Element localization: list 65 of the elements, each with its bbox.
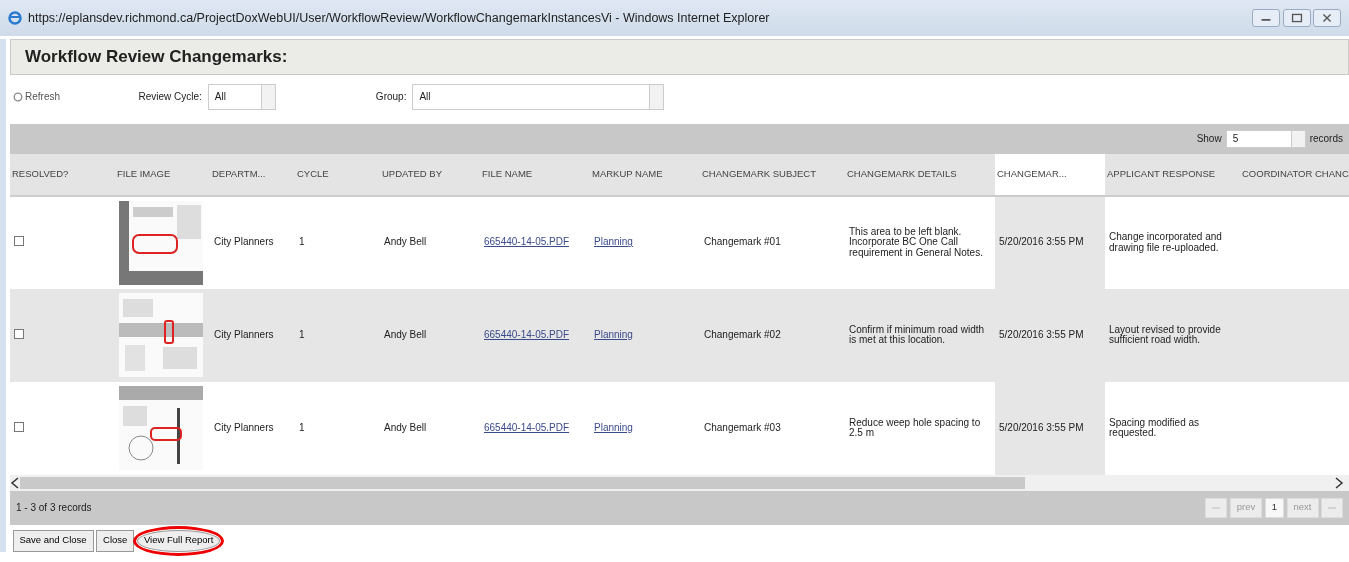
table-cell: Changemark #01	[704, 236, 781, 248]
table-cell: Spacing modified as requested.	[1109, 416, 1200, 438]
browser-icon	[8, 11, 22, 25]
group-dropdown[interactable]: All	[412, 83, 665, 110]
table-cell: 1	[299, 328, 305, 340]
date-cell: 5/20/2016 3:55 PM	[999, 328, 1084, 340]
table-cell: City Planners	[214, 236, 274, 248]
column-header[interactable]: CHANGEMAR...	[995, 153, 1105, 196]
date-cell: 5/20/2016 3:55 PM	[999, 236, 1084, 248]
action-button[interactable]: Close	[96, 529, 135, 552]
refresh-link[interactable]: Refresh	[12, 89, 133, 104]
markup-link[interactable]: Planning	[594, 328, 633, 340]
column-header[interactable]: CHANGEMARK SUBJECT	[700, 153, 845, 196]
column-header[interactable]: DEPARTM...	[210, 153, 295, 196]
scroll-thumb[interactable]	[20, 476, 1025, 489]
checkbox[interactable]	[14, 236, 24, 247]
column-header[interactable]: COORDINATOR CHANC	[1240, 153, 1349, 196]
table-cell: Andy Bell	[384, 421, 427, 433]
column-header[interactable]: FILE NAME	[480, 153, 590, 196]
date-cell: 5/20/2016 3:55 PM	[999, 421, 1084, 433]
close-icon[interactable]	[1313, 9, 1341, 27]
table-cell: Andy Bell	[384, 236, 427, 248]
table-cell: 1	[299, 236, 305, 248]
table-cell: Change incorporated and drawing file re-uploaded.	[1109, 231, 1222, 253]
table-cell: Reduce weep hole spacing to 2.5 m	[849, 416, 981, 438]
table-cell: This area to be left blank. Incorporate BC One Call requirement in General Notes.	[849, 225, 983, 258]
markup-link[interactable]: Planning	[594, 236, 633, 248]
action-button[interactable]: Save and Close	[12, 529, 94, 552]
table-cell: Layout revised to provide sufficient road width.	[1109, 323, 1221, 345]
table-cell: 1	[299, 421, 305, 433]
scroll-left-icon[interactable]	[10, 476, 20, 489]
column-header[interactable]: APPLICANT RESPONSE	[1105, 153, 1240, 196]
table-cell: Confirm if minimum road width is met at this location.	[849, 323, 985, 345]
page-number[interactable]: 1	[1264, 497, 1285, 518]
table-cell: Changemark #03	[704, 421, 781, 433]
table-cell: Changemark #02	[704, 328, 781, 340]
checkbox[interactable]	[14, 421, 24, 432]
table-cell: City Planners	[214, 421, 274, 433]
horizontal-scrollbar[interactable]	[10, 474, 1349, 491]
column-header[interactable]: MARKUP NAME	[590, 153, 700, 196]
file-link[interactable]: 665440-14-05.PDF	[484, 328, 570, 340]
maximize-icon[interactable]	[1282, 9, 1311, 27]
window-title: https://eplansdev.richmond.ca/ProjectDoxWebUI/User/WorkflowReview/WorkflowChangemarkInstancesVi - Windows Internet Explorer	[28, 9, 770, 27]
group-label: Group:	[375, 90, 407, 104]
show-label: Show	[1196, 132, 1222, 146]
page-heading: Workflow Review Changemarks:	[25, 45, 288, 68]
review-cycle-dropdown[interactable]: All	[207, 83, 276, 110]
column-header[interactable]: CYCLE	[295, 153, 380, 196]
checkbox[interactable]	[14, 328, 24, 339]
table-cell: City Planners	[214, 328, 274, 340]
column-header[interactable]: CHANGEMARK DETAILS	[845, 153, 995, 196]
markup-link[interactable]: Planning	[594, 421, 633, 433]
refresh-icon[interactable]	[12, 91, 23, 102]
review-cycle-label: Review Cycle:	[138, 90, 202, 104]
minimize-icon[interactable]	[1252, 9, 1280, 27]
table-cell: Andy Bell	[384, 328, 427, 340]
column-header[interactable]: FILE IMAGE	[115, 153, 210, 196]
file-link[interactable]: 665440-14-05.PDF	[484, 236, 570, 248]
records-label: records	[1309, 132, 1343, 146]
record-count: 1 - 3 of 3 records	[16, 501, 92, 515]
scroll-right-icon[interactable]	[1334, 476, 1344, 489]
column-header[interactable]: UPDATED BY	[380, 153, 480, 196]
file-link[interactable]: 665440-14-05.PDF	[484, 421, 570, 433]
column-header[interactable]: RESOLVED?	[10, 153, 115, 196]
page-size-dropdown[interactable]: 5	[1225, 129, 1306, 148]
